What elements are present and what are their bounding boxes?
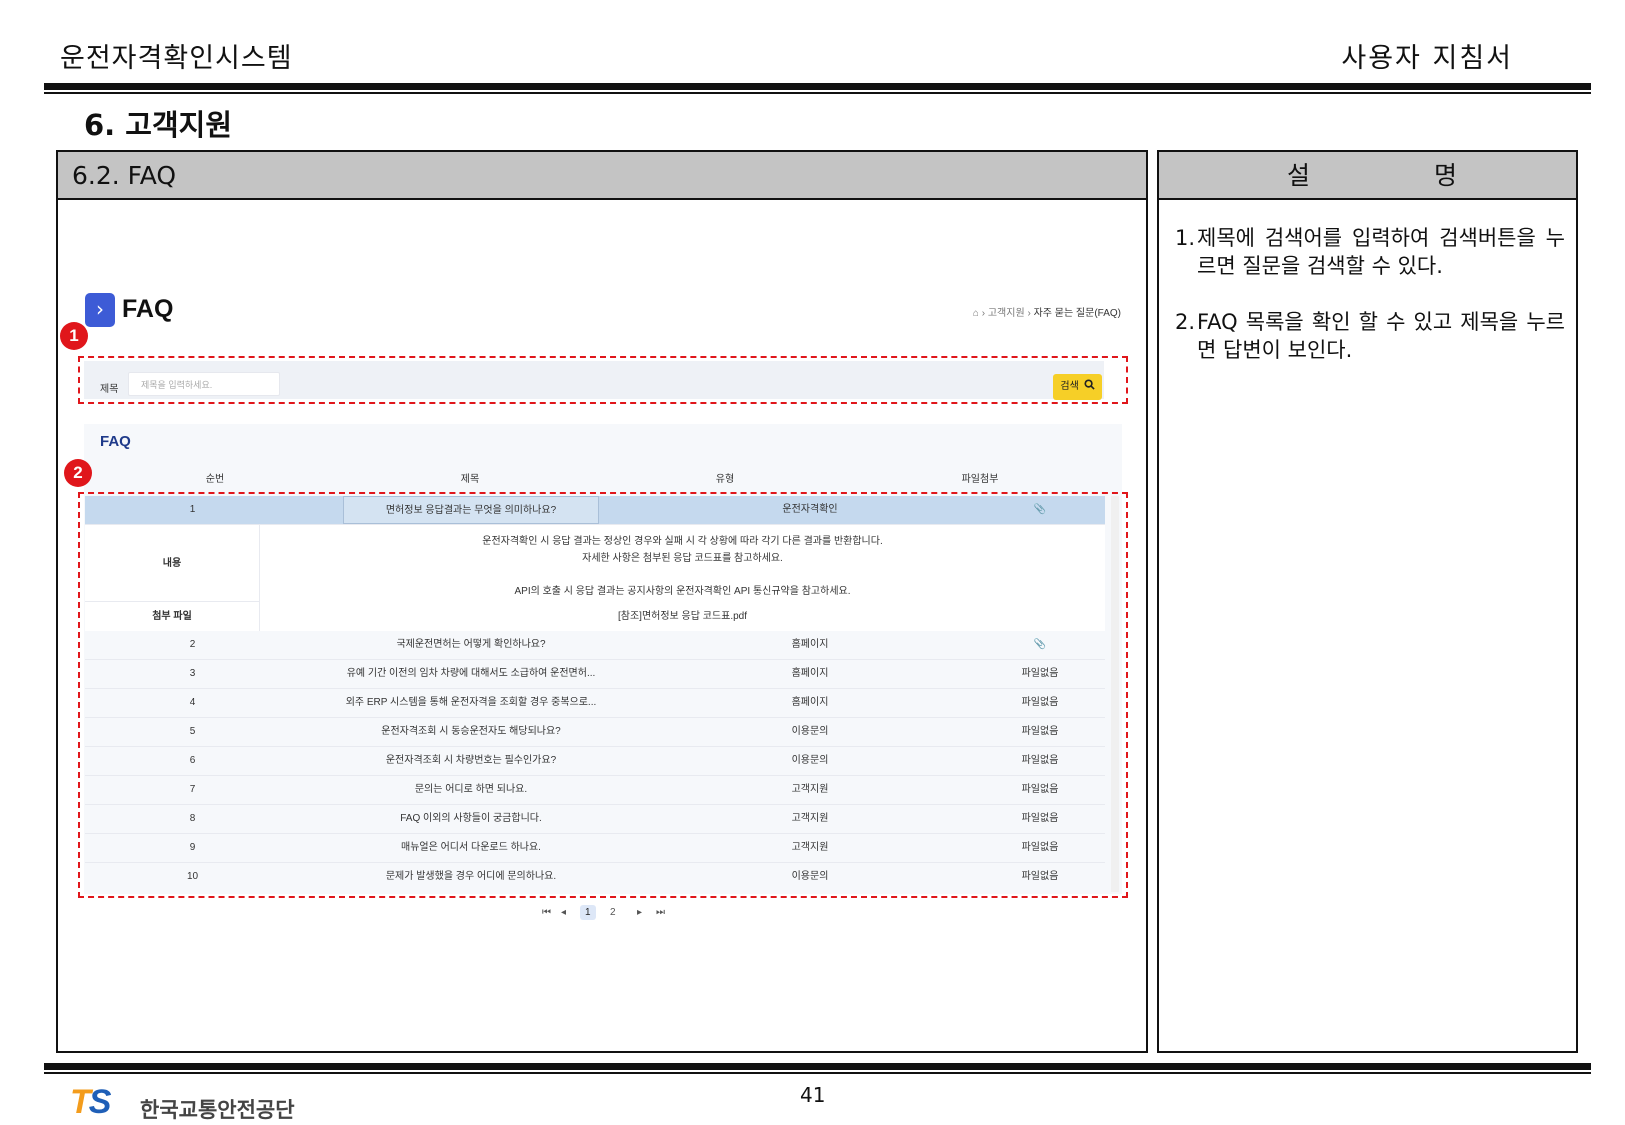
page-1-button[interactable]: 1 (580, 905, 596, 920)
subsection-title: 6.2. FAQ (58, 152, 1146, 200)
chevron-right-icon: › (85, 293, 115, 327)
page-2-button[interactable]: 2 (610, 907, 616, 918)
callout-box-1 (78, 356, 1128, 404)
home-icon[interactable]: ⌂ (973, 308, 979, 319)
callout-box-2 (78, 492, 1128, 898)
first-page-icon[interactable]: ⏮ (542, 907, 551, 918)
breadcrumb-parent[interactable]: 고객지원 (988, 308, 1025, 319)
callout-marker-1: 1 (60, 322, 88, 350)
description-item: 2. FAQ 목록을 확인 할 수 있고 제목을 누르면 답변이 보인다. (1175, 308, 1565, 364)
description-number: 2. (1175, 310, 1196, 334)
breadcrumb-current: 자주 묻는 질문(FAQ) (1033, 308, 1121, 319)
system-title: 운전자격확인시스템 (60, 43, 293, 74)
header-divider-thin (44, 92, 1591, 94)
description-text: 제목에 검색어를 입력하여 검색버튼을 누르면 질문을 검색할 수 있다. (1197, 226, 1565, 278)
breadcrumb-separator: › (981, 308, 986, 319)
callout-marker-2: 2 (64, 459, 92, 487)
page-number: 41 (800, 1083, 826, 1107)
page-1-label: 1 (580, 905, 596, 920)
description-text: FAQ 목록을 확인 할 수 있고 제목을 누르면 답변이 보인다. (1197, 310, 1565, 362)
header-divider (44, 83, 1591, 90)
description-header-right: 명 (1434, 161, 1458, 190)
next-page-icon[interactable]: ▸ (637, 907, 642, 918)
document-type: 사용자 지침서 (1341, 43, 1513, 74)
description-header: 설 명 (1159, 152, 1576, 200)
last-page-icon[interactable]: ⏭ (656, 907, 665, 918)
column-header-type: 유형 (715, 474, 735, 485)
breadcrumb-separator: › (1027, 308, 1031, 319)
description-header-left: 설 (1287, 161, 1311, 190)
footer-divider-thin (44, 1072, 1591, 1074)
column-header-title: 제목 (460, 474, 480, 485)
description-panel: 설 명 1. 제목에 검색어를 입력하여 검색버튼을 누르면 질문을 검색할 수… (1157, 150, 1578, 1053)
ts-logo: TS (70, 1083, 111, 1121)
breadcrumb: ⌂ › 고객지원 › 자주 묻는 질문(FAQ) (973, 304, 1121, 319)
prev-page-icon[interactable]: ◂ (561, 907, 566, 918)
column-header-no: 순번 (205, 474, 225, 485)
column-header-file: 파일첨부 (961, 474, 999, 485)
organization-name: 한국교통안전공단 (140, 1098, 295, 1122)
description-item: 1. 제목에 검색어를 입력하여 검색버튼을 누르면 질문을 검색할 수 있다. (1175, 224, 1565, 280)
section-heading: 6. 고객지원 (84, 108, 233, 142)
description-number: 1. (1175, 226, 1196, 250)
faq-list-title: FAQ (100, 433, 131, 450)
faq-page-title: FAQ (122, 295, 174, 323)
footer-divider (44, 1063, 1591, 1070)
